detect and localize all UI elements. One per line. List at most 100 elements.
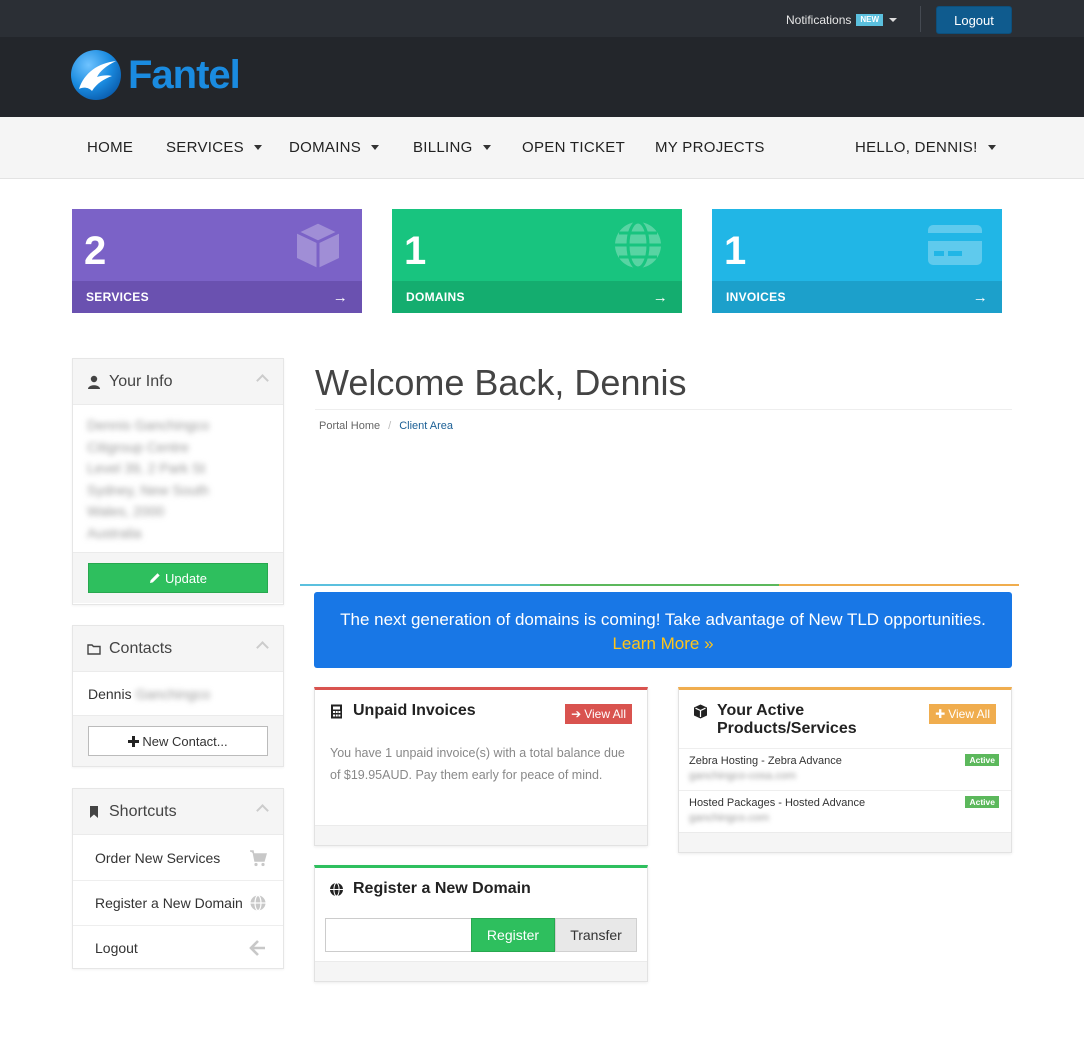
nav-my-projects[interactable]: MY PROJECTS — [655, 139, 765, 156]
notifications-menu[interactable]: Notifications NEW — [786, 13, 898, 27]
chevron-up-icon[interactable] — [256, 804, 269, 817]
nav-billing-label: BILLING — [413, 139, 473, 156]
breadcrumb: Portal Home / Client Area — [319, 420, 453, 432]
info-line: Level 39, 2 Park St — [87, 460, 206, 476]
pencil-icon — [150, 573, 160, 583]
tile-services[interactable]: 2 SERVICES → — [72, 209, 362, 313]
register-domain-header: Register a New Domain — [315, 868, 647, 898]
your-info-header[interactable]: Your Info — [73, 359, 283, 405]
unpaid-invoices-header: Unpaid Invoices ➔ View All — [315, 690, 647, 724]
main-nav: HOME SERVICES DOMAINS BILLING OPEN TICKE… — [0, 117, 1084, 179]
view-all-invoices-button[interactable]: ➔ View All — [565, 704, 632, 724]
nav-domains[interactable]: DOMAINS — [289, 139, 380, 156]
product-row[interactable]: Zebra Hosting - Zebra Advance ganchingco… — [679, 748, 1011, 790]
breadcrumb-current: Client Area — [399, 420, 454, 432]
notifications-label: Notifications — [786, 13, 852, 27]
contact-first-name: Dennis — [88, 686, 132, 702]
caret-down-icon — [482, 145, 491, 150]
tile-domains-footer: DOMAINS → — [392, 281, 682, 313]
active-products-header: Your Active Products/Services ✚ View All — [679, 690, 1011, 748]
tile-invoices-count: 1 — [724, 229, 747, 273]
chevron-up-icon[interactable] — [256, 641, 269, 654]
tile-domains-count: 1 — [404, 229, 427, 273]
contacts-panel: Contacts Dennis Ganchingco New Contact..… — [72, 625, 284, 767]
arrow-right-icon: → — [652, 288, 668, 306]
nav-home[interactable]: HOME — [87, 139, 133, 156]
your-info-footer: Update — [73, 552, 283, 603]
tile-domains[interactable]: 1 DOMAINS → — [392, 209, 682, 313]
nav-home-label: HOME — [87, 139, 134, 156]
shortcut-register-domain[interactable]: Register a New Domain — [73, 880, 283, 925]
info-line: Dennis Ganchingco — [87, 417, 210, 433]
unpaid-invoices-title: Unpaid Invoices — [353, 702, 476, 719]
your-info-panel: Your Info Dennis Ganchingco Citigroup Ce… — [72, 358, 284, 605]
product-name: Hosted Packages - Hosted Advance — [689, 797, 866, 809]
shortcut-order-new-services[interactable]: Order New Services — [73, 835, 283, 880]
globe-icon — [615, 220, 661, 270]
promo-banner: The next generation of domains is coming… — [314, 592, 1012, 668]
status-badge: Active — [965, 754, 999, 766]
update-button[interactable]: Update — [88, 563, 268, 593]
caret-down-icon — [889, 18, 898, 22]
credit-card-icon — [928, 225, 982, 265]
card-footer — [679, 832, 1011, 852]
globe-icon — [250, 894, 266, 912]
color-rule-orange — [779, 584, 1019, 586]
info-line: Citigroup Centre — [87, 438, 189, 455]
caret-down-icon — [371, 145, 380, 150]
breadcrumb-home[interactable]: Portal Home — [319, 420, 380, 432]
shortcuts-list: Order New Services Register a New Domain… — [73, 835, 283, 970]
shortcut-logout[interactable]: Logout — [73, 925, 283, 970]
new-contact-button[interactable]: New Contact... — [88, 726, 268, 756]
chevron-up-icon[interactable] — [256, 374, 269, 387]
logout-button[interactable]: Logout — [936, 6, 1012, 34]
shortcuts-header[interactable]: Shortcuts — [73, 789, 283, 835]
shortcut-label: Logout — [95, 940, 138, 956]
caret-down-icon — [254, 145, 262, 150]
contacts-title: Contacts — [109, 639, 173, 657]
nav-user-menu[interactable]: HELLO, DENNIS! — [855, 139, 996, 156]
nav-services[interactable]: SERVICES — [166, 139, 262, 156]
view-all-products-button[interactable]: ✚ View All — [929, 704, 996, 724]
arrow-left-icon — [249, 940, 265, 956]
title-divider — [315, 409, 1012, 410]
notifications-new-badge: NEW — [856, 14, 884, 26]
update-label: Update — [165, 570, 207, 586]
info-line: Australia — [87, 524, 142, 541]
product-row[interactable]: Hosted Packages - Hosted Advance ganchin… — [679, 790, 1011, 832]
status-badge: Active — [965, 796, 999, 808]
header: Fantel — [0, 37, 1084, 117]
breadcrumb-separator: / — [388, 420, 392, 432]
tile-services-count: 2 — [84, 229, 107, 273]
unpaid-invoices-text: You have 1 unpaid invoice(s) with a tota… — [330, 746, 625, 782]
nav-open-ticket-label: OPEN TICKET — [522, 139, 626, 156]
card-footer — [315, 825, 647, 845]
nav-my-projects-label: MY PROJECTS — [655, 139, 765, 156]
bookmark-icon — [90, 805, 98, 818]
tile-invoices[interactable]: 1 INVOICES → — [712, 209, 1002, 313]
contacts-footer: New Contact... — [73, 715, 283, 766]
learn-more-link[interactable]: Learn More » — [314, 632, 1012, 656]
unpaid-invoices-card: Unpaid Invoices ➔ View All You have 1 un… — [314, 687, 648, 846]
contact-item[interactable]: Dennis Ganchingco — [73, 672, 283, 716]
arrow-right-icon: ➔ — [571, 707, 582, 721]
domain-search-input[interactable] — [325, 918, 472, 952]
shortcuts-panel: Shortcuts Order New Services Register a … — [72, 788, 284, 969]
plus-icon: ✚ — [935, 707, 946, 721]
view-all-label: View All — [948, 707, 990, 721]
brand-logo[interactable]: Fantel — [70, 49, 241, 101]
nav-open-ticket[interactable]: OPEN TICKET — [522, 139, 625, 156]
user-greeting: HELLO, DENNIS! — [855, 139, 978, 156]
fantel-logo-icon — [71, 50, 121, 100]
product-domain: ganchingco-cosa.com — [689, 770, 797, 782]
contacts-header[interactable]: Contacts — [73, 626, 283, 672]
nav-services-label: SERVICES — [166, 139, 244, 156]
tile-domains-label: DOMAINS — [406, 290, 465, 304]
register-button[interactable]: Register — [471, 918, 555, 952]
folder-icon — [87, 643, 101, 655]
transfer-button[interactable]: Transfer — [555, 918, 637, 952]
caret-down-icon — [987, 145, 996, 150]
nav-billing[interactable]: BILLING — [413, 139, 491, 156]
globe-icon — [330, 882, 343, 897]
tile-services-label: SERVICES — [86, 290, 149, 304]
